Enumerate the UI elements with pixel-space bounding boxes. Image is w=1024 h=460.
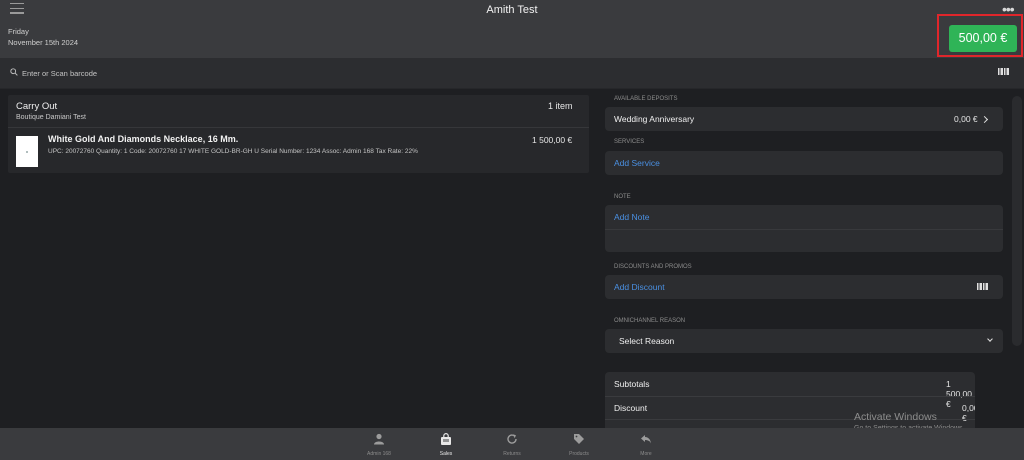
cart-item-count: 1 item <box>548 101 573 111</box>
bottom-nav: Admin 168 Sales Returns Products More <box>0 428 1024 460</box>
search-icon <box>10 68 18 76</box>
deposit-name: Wedding Anniversary <box>614 114 695 124</box>
item-details: UPC: 20072760 Quantity: 1 Code: 20072760… <box>48 148 418 155</box>
discounts-card: Add Discount <box>605 275 1003 299</box>
activate-windows-title: Activate Windows <box>854 411 937 423</box>
select-reason-value: Select Reason <box>619 336 675 346</box>
nav-label-returns: Returns <box>503 451 521 457</box>
omnichannel-reason-select[interactable]: Select Reason <box>605 329 1003 353</box>
barcode-search-input[interactable] <box>22 66 422 80</box>
divider <box>605 229 1003 230</box>
nav-item-more[interactable]: More <box>621 428 671 460</box>
cart-type-label: Carry Out <box>16 101 58 112</box>
tags-icon <box>574 434 584 444</box>
reply-arrow-icon <box>641 435 651 444</box>
chevron-down-icon <box>987 336 993 342</box>
product-thumbnail <box>16 136 38 167</box>
header-bar: Amith Test ••• Friday November 15th 2024… <box>0 0 1024 58</box>
omnichannel-section-label: OMNICHANNEL REASON <box>614 318 686 324</box>
total-pay-button[interactable]: 500,00 € <box>949 25 1017 52</box>
item-price: 1 500,00 € <box>532 135 573 145</box>
search-bar <box>0 58 1024 89</box>
deposit-row[interactable]: Wedding Anniversary 0,00 € <box>605 107 1003 131</box>
nav-label-more: More <box>640 451 652 457</box>
cart-item-row[interactable]: White Gold And Diamonds Necklace, 16 Mm.… <box>8 128 589 173</box>
services-section-label: SERVICES <box>614 139 645 145</box>
cart-panel: Carry Out Boutique Damiani Test 1 item W… <box>8 95 589 173</box>
user-icon <box>374 433 384 445</box>
chevron-right-icon <box>980 115 989 124</box>
deposit-value: 0,00 € <box>954 114 978 124</box>
add-service-link[interactable]: Add Service <box>614 158 660 168</box>
barcode-icon[interactable] <box>977 283 988 290</box>
deposits-section-label: AVAILABLE DEPOSITS <box>614 96 678 102</box>
add-note-link[interactable]: Add Note <box>614 212 649 222</box>
subtotal-label: Subtotals <box>614 379 650 389</box>
order-details-panel: AVAILABLE DEPOSITS Wedding Anniversary 0… <box>604 89 1024 428</box>
page-title: Amith Test <box>486 4 538 16</box>
note-section-label: NOTE <box>614 194 631 200</box>
cart-store-label: Boutique Damiani Test <box>16 114 86 121</box>
nav-item-returns[interactable]: Returns <box>487 428 537 460</box>
discount-value: 0,00 € <box>962 403 975 423</box>
divider <box>605 396 975 397</box>
barcode-icon[interactable] <box>998 68 1009 75</box>
note-card: Add Note <box>605 205 1003 252</box>
refresh-icon <box>507 434 517 444</box>
nav-item-admin[interactable]: Admin 168 <box>354 428 404 460</box>
nav-label-admin: Admin 168 <box>367 451 391 457</box>
nav-item-sales[interactable]: Sales <box>421 428 471 460</box>
discounts-section-label: DISCOUNTS AND PROMOS <box>614 264 692 270</box>
shopping-bag-icon <box>441 433 451 445</box>
services-card: Add Service <box>605 151 1003 175</box>
item-name: White Gold And Diamonds Necklace, 16 Mm. <box>48 134 239 144</box>
nav-item-products[interactable]: Products <box>554 428 604 460</box>
discount-label: Discount <box>614 403 648 413</box>
add-discount-link[interactable]: Add Discount <box>614 282 665 292</box>
date-full: November 15th 2024 <box>8 38 79 47</box>
nav-label-products: Products <box>569 451 589 457</box>
date-day: Friday <box>8 27 29 36</box>
total-highlight-frame: 500,00 € <box>937 14 1023 57</box>
nav-label-sales: Sales <box>439 451 453 457</box>
